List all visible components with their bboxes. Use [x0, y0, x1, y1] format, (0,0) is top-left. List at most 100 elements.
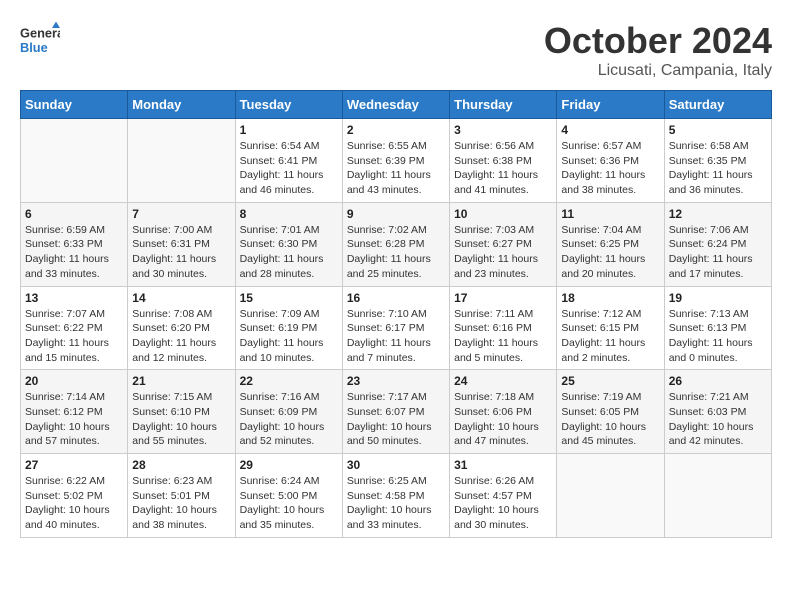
day-number: 29	[240, 458, 338, 472]
day-info: Sunrise: 6:24 AMSunset: 5:00 PMDaylight:…	[240, 474, 338, 533]
calendar-cell: 26 Sunrise: 7:21 AMSunset: 6:03 PMDayligh…	[664, 370, 771, 454]
day-number: 13	[25, 291, 123, 305]
calendar-week-row: 13Sunrise: 7:07 AMSunset: 6:22 PMDayligh…	[21, 286, 772, 370]
calendar-cell: 8Sunrise: 7:01 AMSunset: 6:30 PMDaylight…	[235, 202, 342, 286]
calendar-cell: 16Sunrise: 7:10 AMSunset: 6:17 PMDayligh…	[342, 286, 449, 370]
calendar-cell: 31 Sunrise: 6:26 AMSunset: 4:57 PMDayligh…	[450, 454, 557, 538]
day-info: Sunrise: 7:10 AMSunset: 6:17 PMDaylight:…	[347, 307, 445, 366]
day-info: Sunrise: 6:55 AMSunset: 6:39 PMDaylight:…	[347, 139, 445, 198]
calendar-cell: 12 Sunrise: 7:06 AMSunset: 6:24 PMDayligh…	[664, 202, 771, 286]
calendar-cell: 18 Sunrise: 7:12 AMSunset: 6:15 PMDayligh…	[557, 286, 664, 370]
day-info: Sunrise: 7:04 AMSunset: 6:25 PMDaylight:…	[561, 223, 659, 282]
title-block: October 2024 Licusati, Campania, Italy	[544, 20, 772, 80]
day-info: Sunrise: 6:58 AMSunset: 6:35 PMDaylight:…	[669, 139, 767, 198]
calendar-cell: 17 Sunrise: 7:11 AMSunset: 6:16 PMDayligh…	[450, 286, 557, 370]
day-number: 24	[454, 374, 552, 388]
day-number: 22	[240, 374, 338, 388]
weekday-row: SundayMondayTuesdayWednesdayThursdayFrid…	[21, 91, 772, 119]
calendar-cell: 21Sunrise: 7:15 AMSunset: 6:10 PMDayligh…	[128, 370, 235, 454]
day-info: Sunrise: 7:21 AMSunset: 6:03 PMDaylight:…	[669, 390, 767, 449]
weekday-header: Sunday	[21, 91, 128, 119]
day-number: 26	[669, 374, 767, 388]
calendar-cell: 4 Sunrise: 6:57 AMSunset: 6:36 PMDaylight…	[557, 119, 664, 203]
day-number: 19	[669, 291, 767, 305]
day-number: 3	[454, 123, 552, 137]
day-number: 7	[132, 207, 230, 221]
day-number: 6	[25, 207, 123, 221]
day-number: 25	[561, 374, 659, 388]
day-info: Sunrise: 7:09 AMSunset: 6:19 PMDaylight:…	[240, 307, 338, 366]
calendar-header: SundayMondayTuesdayWednesdayThursdayFrid…	[21, 91, 772, 119]
day-number: 31	[454, 458, 552, 472]
day-number: 5	[669, 123, 767, 137]
calendar-cell: 29 Sunrise: 6:24 AMSunset: 5:00 PMDayligh…	[235, 454, 342, 538]
day-info: Sunrise: 6:25 AMSunset: 4:58 PMDaylight:…	[347, 474, 445, 533]
calendar-cell: 15Sunrise: 7:09 AMSunset: 6:19 PMDayligh…	[235, 286, 342, 370]
day-number: 21	[132, 374, 230, 388]
day-info: Sunrise: 7:01 AMSunset: 6:30 PMDaylight:…	[240, 223, 338, 282]
weekday-header: Tuesday	[235, 91, 342, 119]
day-number: 28	[132, 458, 230, 472]
day-info: Sunrise: 6:56 AMSunset: 6:38 PMDaylight:…	[454, 139, 552, 198]
day-number: 30	[347, 458, 445, 472]
day-info: Sunrise: 6:26 AMSunset: 4:57 PMDaylight:…	[454, 474, 552, 533]
day-info: Sunrise: 7:16 AMSunset: 6:09 PMDaylight:…	[240, 390, 338, 449]
calendar-cell: 24Sunrise: 7:18 AMSunset: 6:06 PMDayligh…	[450, 370, 557, 454]
logo: General Blue	[20, 20, 64, 60]
day-number: 17	[454, 291, 552, 305]
weekday-header: Thursday	[450, 91, 557, 119]
calendar-week-row: 20Sunrise: 7:14 AMSunset: 6:12 PMDayligh…	[21, 370, 772, 454]
day-number: 23	[347, 374, 445, 388]
calendar-cell: 23 Sunrise: 7:17 AMSunset: 6:07 PMDayligh…	[342, 370, 449, 454]
calendar-cell: 25 Sunrise: 7:19 AMSunset: 6:05 PMDayligh…	[557, 370, 664, 454]
day-number: 14	[132, 291, 230, 305]
calendar-cell: 28 Sunrise: 6:23 AMSunset: 5:01 PMDayligh…	[128, 454, 235, 538]
day-number: 12	[669, 207, 767, 221]
day-info: Sunrise: 7:00 AMSunset: 6:31 PMDaylight:…	[132, 223, 230, 282]
day-number: 11	[561, 207, 659, 221]
day-number: 9	[347, 207, 445, 221]
weekday-header: Wednesday	[342, 91, 449, 119]
day-info: Sunrise: 7:14 AMSunset: 6:12 PMDaylight:…	[25, 390, 123, 449]
day-number: 4	[561, 123, 659, 137]
day-info: Sunrise: 6:57 AMSunset: 6:36 PMDaylight:…	[561, 139, 659, 198]
day-info: Sunrise: 7:03 AMSunset: 6:27 PMDaylight:…	[454, 223, 552, 282]
day-info: Sunrise: 7:12 AMSunset: 6:15 PMDaylight:…	[561, 307, 659, 366]
calendar-cell: 1Sunrise: 6:54 AMSunset: 6:41 PMDaylight…	[235, 119, 342, 203]
calendar-cell: 7 Sunrise: 7:00 AMSunset: 6:31 PMDaylight…	[128, 202, 235, 286]
calendar-cell: 11 Sunrise: 7:04 AMSunset: 6:25 PMDayligh…	[557, 202, 664, 286]
calendar-cell: 14 Sunrise: 7:08 AMSunset: 6:20 PMDayligh…	[128, 286, 235, 370]
day-number: 27	[25, 458, 123, 472]
day-info: Sunrise: 7:13 AMSunset: 6:13 PMDaylight:…	[669, 307, 767, 366]
calendar-cell: 9Sunrise: 7:02 AMSunset: 6:28 PMDaylight…	[342, 202, 449, 286]
weekday-header: Friday	[557, 91, 664, 119]
month-title: October 2024	[544, 20, 772, 62]
day-number: 2	[347, 123, 445, 137]
weekday-header: Monday	[128, 91, 235, 119]
calendar-cell: 5 Sunrise: 6:58 AMSunset: 6:35 PMDaylight…	[664, 119, 771, 203]
day-info: Sunrise: 7:11 AMSunset: 6:16 PMDaylight:…	[454, 307, 552, 366]
calendar-cell	[664, 454, 771, 538]
day-number: 10	[454, 207, 552, 221]
page-header: General Blue October 2024 Licusati, Camp…	[20, 20, 772, 80]
day-number: 18	[561, 291, 659, 305]
calendar-cell: 2 Sunrise: 6:55 AMSunset: 6:39 PMDaylight…	[342, 119, 449, 203]
calendar-cell: 22 Sunrise: 7:16 AMSunset: 6:09 PMDayligh…	[235, 370, 342, 454]
calendar-week-row: 1Sunrise: 6:54 AMSunset: 6:41 PMDaylight…	[21, 119, 772, 203]
location: Licusati, Campania, Italy	[544, 62, 772, 80]
day-info: Sunrise: 6:54 AMSunset: 6:41 PMDaylight:…	[240, 139, 338, 198]
day-info: Sunrise: 6:23 AMSunset: 5:01 PMDaylight:…	[132, 474, 230, 533]
day-info: Sunrise: 6:22 AMSunset: 5:02 PMDaylight:…	[25, 474, 123, 533]
calendar-cell	[557, 454, 664, 538]
day-info: Sunrise: 7:19 AMSunset: 6:05 PMDaylight:…	[561, 390, 659, 449]
day-info: Sunrise: 7:08 AMSunset: 6:20 PMDaylight:…	[132, 307, 230, 366]
day-info: Sunrise: 6:59 AMSunset: 6:33 PMDaylight:…	[25, 223, 123, 282]
calendar-week-row: 6 Sunrise: 6:59 AMSunset: 6:33 PMDaylight…	[21, 202, 772, 286]
calendar-cell: 3 Sunrise: 6:56 AMSunset: 6:38 PMDaylight…	[450, 119, 557, 203]
day-info: Sunrise: 7:06 AMSunset: 6:24 PMDaylight:…	[669, 223, 767, 282]
logo-icon: General Blue	[20, 20, 60, 60]
calendar-cell: 27 Sunrise: 6:22 AMSunset: 5:02 PMDayligh…	[21, 454, 128, 538]
calendar-cell: 20Sunrise: 7:14 AMSunset: 6:12 PMDayligh…	[21, 370, 128, 454]
calendar-week-row: 27 Sunrise: 6:22 AMSunset: 5:02 PMDayligh…	[21, 454, 772, 538]
day-info: Sunrise: 7:17 AMSunset: 6:07 PMDaylight:…	[347, 390, 445, 449]
